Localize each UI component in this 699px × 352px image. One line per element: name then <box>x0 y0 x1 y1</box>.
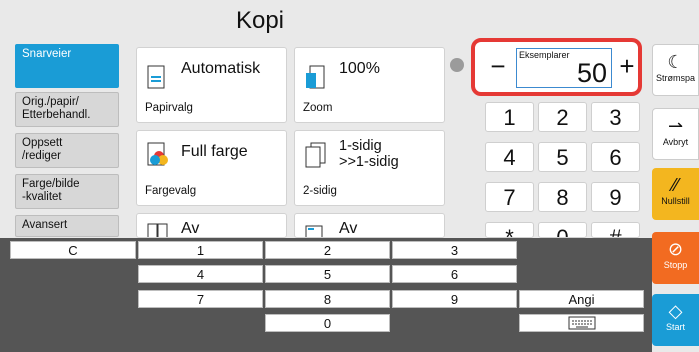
start-button[interactable]: ◇ Start <box>652 294 699 346</box>
copies-value: 50 <box>576 58 607 88</box>
reset-icon: ⁄⁄ <box>672 175 679 195</box>
moon-icon: ☾ <box>667 52 684 72</box>
bottom-key-6[interactable]: 6 <box>392 265 517 283</box>
duplex-icon <box>305 142 326 168</box>
increment-button[interactable]: + <box>613 50 641 84</box>
keypad-5[interactable]: 5 <box>538 142 587 172</box>
stop-button[interactable]: ⊘ Stopp <box>652 232 699 284</box>
keyboard-icon <box>568 316 595 330</box>
copies-label: Eksemplarer <box>519 50 570 60</box>
paper-tray-icon <box>147 65 165 89</box>
card-label: 2-sidig <box>303 185 337 197</box>
copies-control: − Eksemplarer 50 + <box>471 38 642 96</box>
sidebar-item-label: Avansert <box>22 219 68 231</box>
sidebar-item-label: Farge/bilde -kvalitet <box>22 178 80 203</box>
keypad-hash[interactable]: # <box>591 222 640 238</box>
scroll-indicator[interactable] <box>450 58 464 72</box>
reset-label: Nullstill <box>661 196 690 206</box>
cancel-label: Avbryt <box>662 137 689 147</box>
keypad-0[interactable]: 0 <box>538 222 587 238</box>
color-selection-button[interactable]: Full farge Fargevalg <box>136 130 287 206</box>
combine-button[interactable]: Av <box>136 213 287 238</box>
start-label: Start <box>665 322 685 332</box>
enter-button[interactable]: Angi <box>519 290 644 308</box>
sidebar-item-advanced[interactable]: Avansert <box>15 215 119 237</box>
zoom-icon <box>306 65 325 89</box>
combine-icon <box>147 223 168 237</box>
keypad-9[interactable]: 9 <box>591 182 640 212</box>
card-label: Papirvalg <box>145 102 193 114</box>
bottom-key-4[interactable]: 4 <box>138 265 263 283</box>
cancel-button[interactable]: ⇀ Avbryt <box>652 108 699 160</box>
stop-icon: ⊘ <box>667 239 684 259</box>
card-value: Av <box>181 220 200 237</box>
sidebar-item-label: Orig./papir/ Etterbehandl. <box>22 96 91 121</box>
bottom-key-7[interactable]: 7 <box>138 290 263 308</box>
zoom-button[interactable]: 100% Zoom <box>294 47 445 123</box>
bottom-key-2[interactable]: 2 <box>265 241 390 259</box>
stop-label: Stopp <box>663 260 688 270</box>
card-label: Fargevalg <box>145 185 197 197</box>
sidebar-item-shortcuts[interactable]: Snarveier <box>15 44 119 88</box>
bottom-key-3[interactable]: 3 <box>392 241 517 259</box>
bottom-key-1[interactable]: 1 <box>138 241 263 259</box>
page-title: Kopi <box>235 7 285 34</box>
keyboard-button[interactable] <box>519 314 644 332</box>
reset-button[interactable]: ⁄⁄ Nullstill <box>652 168 699 220</box>
cancel-icon: ⇀ <box>667 116 684 136</box>
keypad-4[interactable]: 4 <box>485 142 534 172</box>
keypad-7[interactable]: 7 <box>485 182 534 212</box>
card-value: 100% <box>339 60 380 77</box>
keypad-1[interactable]: 1 <box>485 102 534 132</box>
keypad-star[interactable]: * <box>485 222 534 238</box>
start-icon: ◇ <box>668 301 683 321</box>
card-value: 1-sidig >>1-sidig <box>339 138 399 170</box>
power-saver-label: Strømspa <box>655 73 695 83</box>
staple-icon <box>305 225 323 237</box>
bottom-key-8[interactable]: 8 <box>265 290 390 308</box>
bottom-key-9[interactable]: 9 <box>392 290 517 308</box>
sidebar-item-quality[interactable]: Farge/bilde -kvalitet <box>15 174 119 209</box>
card-value: Full farge <box>181 143 248 160</box>
decrement-button[interactable]: − <box>480 50 516 84</box>
paper-selection-button[interactable]: Automatisk Papirvalg <box>136 47 287 123</box>
power-saver-button[interactable]: ☾ Strømspa <box>652 44 699 96</box>
color-icon <box>147 142 168 166</box>
keypad-8[interactable]: 8 <box>538 182 587 212</box>
clear-button[interactable]: C <box>10 241 136 259</box>
card-label: Zoom <box>303 102 333 114</box>
sidebar-item-layout[interactable]: Oppsett /rediger <box>15 133 119 168</box>
keypad-6[interactable]: 6 <box>591 142 640 172</box>
keypad-2[interactable]: 2 <box>538 102 587 132</box>
card-value: Automatisk <box>181 60 261 77</box>
sidebar-item-original-paper[interactable]: Orig./papir/ Etterbehandl. <box>15 92 119 127</box>
sidebar-item-label: Oppsett /rediger <box>22 137 63 162</box>
staple-button[interactable]: Av <box>294 213 445 238</box>
duplex-button[interactable]: 1-sidig >>1-sidig 2-sidig <box>294 130 445 206</box>
keypad-3[interactable]: 3 <box>591 102 640 132</box>
bottom-key-0[interactable]: 0 <box>265 314 390 332</box>
bottom-key-5[interactable]: 5 <box>265 265 390 283</box>
copies-input[interactable]: Eksemplarer 50 <box>516 48 612 88</box>
sidebar-item-label: Snarveier <box>22 48 72 60</box>
card-value: Av <box>339 220 358 237</box>
